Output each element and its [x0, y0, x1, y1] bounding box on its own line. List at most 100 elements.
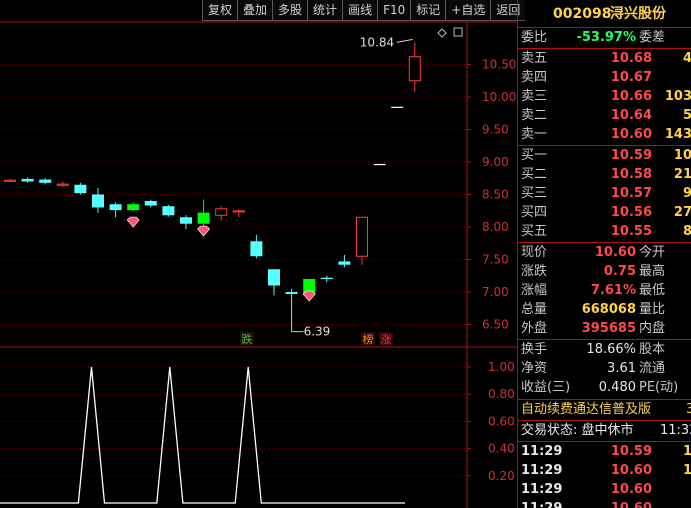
candle-body [109, 204, 122, 211]
stat-value: 18.66% [586, 342, 636, 357]
indicator-line [0, 366, 405, 504]
level-label: 买五 [521, 224, 548, 239]
draw-line-button[interactable]: 画线 [342, 0, 378, 21]
ask-row[interactable]: 卖一 10.60 143 [518, 126, 691, 144]
bid-row[interactable]: 买一 10.59 10 [518, 147, 691, 165]
quote-label-secondary: 量比 [639, 302, 666, 317]
level-volume: 5 [682, 108, 691, 123]
divider [518, 242, 691, 243]
candle-body [232, 210, 245, 213]
multi-stock-button[interactable]: 多股 [272, 0, 308, 21]
notice-suffix: 3 [686, 402, 691, 417]
quote-value: 668068 [581, 302, 636, 317]
f10-button[interactable]: F10 [377, 0, 411, 21]
restore-rights-button[interactable]: 复权 [202, 0, 238, 21]
candle-body [285, 292, 298, 294]
kline-chart-area[interactable]: 10.50 10.00 9.50 9.00 8.50 8.00 7.50 7.00 6.50 10… [0, 0, 517, 508]
level-price: 10.59 [610, 148, 652, 163]
y-tick-label: 9.50 [482, 123, 509, 137]
candle-body [373, 163, 386, 166]
quote-label-secondary: 最低 [639, 283, 666, 298]
maximize-icon[interactable] [453, 27, 463, 37]
candle [320, 275, 333, 283]
stat-row: 净资 3.61 流通 [518, 360, 691, 378]
level-price: 10.68 [610, 51, 652, 66]
trade-time: 11:32 [660, 423, 691, 438]
ask-row[interactable]: 卖二 10.64 5 [518, 107, 691, 125]
divider [518, 339, 691, 340]
candle-body [197, 212, 210, 224]
level-label: 卖五 [521, 51, 548, 66]
candle [144, 199, 157, 208]
candle [92, 188, 104, 213]
signal-badge: 跌 [242, 332, 253, 346]
ask-row[interactable]: 卖五 10.68 4 [518, 50, 691, 68]
level-label: 买一 [521, 148, 548, 163]
candle-body [408, 56, 421, 82]
tick-row[interactable]: 11:29 10.59 1 [518, 443, 691, 461]
candle [180, 215, 192, 229]
stock-header[interactable]: 002098 浔兴股份 [518, 4, 691, 24]
low-annotation: 6.39 [304, 325, 331, 339]
tick-time: 11:29 [521, 482, 563, 497]
bid-row[interactable]: 买三 10.57 9 [518, 185, 691, 203]
quote-row: 涨幅 7.61% 最低 [518, 282, 691, 300]
candle-body [338, 261, 351, 265]
bid-row[interactable]: 买二 10.58 21 [518, 166, 691, 184]
order-ratio-label: 委比 [521, 30, 548, 45]
stock-name: 浔兴股份 [610, 6, 666, 22]
level-label: 卖四 [521, 70, 548, 85]
candle [373, 163, 386, 166]
stock-code: 002098 [553, 6, 612, 22]
candle-body [162, 206, 175, 216]
tick-row[interactable]: 11:29 10.60 [518, 481, 691, 499]
ask-row[interactable]: 卖三 10.66 103 [518, 88, 691, 106]
bid-row[interactable]: 买五 10.55 8 [518, 223, 691, 241]
divider [518, 48, 691, 49]
stat-label: 净资 [521, 361, 548, 376]
candle-body [39, 179, 52, 183]
tick-row[interactable]: 11:29 10.60 [518, 500, 691, 508]
tick-price: 10.60 [578, 500, 652, 508]
candle [127, 202, 140, 212]
candle [268, 269, 280, 296]
stock-terminal: 10.50 10.00 9.50 9.00 8.50 8.00 7.50 7.00 6.50 10… [0, 0, 691, 508]
candle-body [250, 241, 263, 257]
statistics-button[interactable]: 统计 [307, 0, 343, 21]
mark-button[interactable]: 标记 [410, 0, 446, 21]
quote-value: 395685 [581, 321, 636, 336]
level-price: 10.57 [610, 186, 652, 201]
y-tick-label: 7.00 [482, 285, 509, 299]
level-volume: 143 [664, 127, 691, 142]
quote-label-secondary: 最高 [639, 264, 666, 279]
add-watchlist-button[interactable]: +自选 [445, 0, 491, 21]
level-label: 买四 [521, 205, 548, 220]
candle [197, 199, 210, 227]
level-price: 10.55 [610, 224, 652, 239]
tick-time: 11:29 [521, 463, 563, 478]
level-label: 卖三 [521, 89, 548, 104]
candle-body [320, 277, 333, 279]
bid-row[interactable]: 买四 10.56 27 [518, 204, 691, 222]
quote-row: 涨跌 0.75 最高 [518, 263, 691, 281]
level-price: 10.64 [610, 108, 652, 123]
y-tick-label: 10.00 [482, 90, 516, 104]
tick-row[interactable]: 11:29 10.60 1 [518, 462, 691, 480]
quote-value: 10.60 [594, 245, 636, 260]
quote-row: 外盘 395685 内盘 [518, 320, 691, 338]
diamond-signal-icon [197, 225, 211, 237]
level-volume: 103 [664, 89, 691, 104]
high-annotation: 10.84 [360, 35, 394, 49]
signal-badge: 榜 [363, 332, 374, 346]
order-diff-label: 委差 [639, 30, 666, 45]
stat-label-secondary: 股本 [639, 342, 666, 357]
candle [250, 234, 263, 259]
level-label: 卖二 [521, 108, 548, 123]
overlay-button[interactable]: 叠加 [237, 0, 273, 21]
tick-time: 11:29 [521, 444, 563, 459]
diamond-toggle-icon[interactable] [437, 28, 447, 38]
ask-row[interactable]: 卖四 10.67 [518, 69, 691, 87]
notice-row[interactable]: 自动续费通达信普及版 3 [518, 401, 691, 419]
candle [4, 178, 16, 182]
stat-label-secondary: 流通 [639, 361, 666, 376]
